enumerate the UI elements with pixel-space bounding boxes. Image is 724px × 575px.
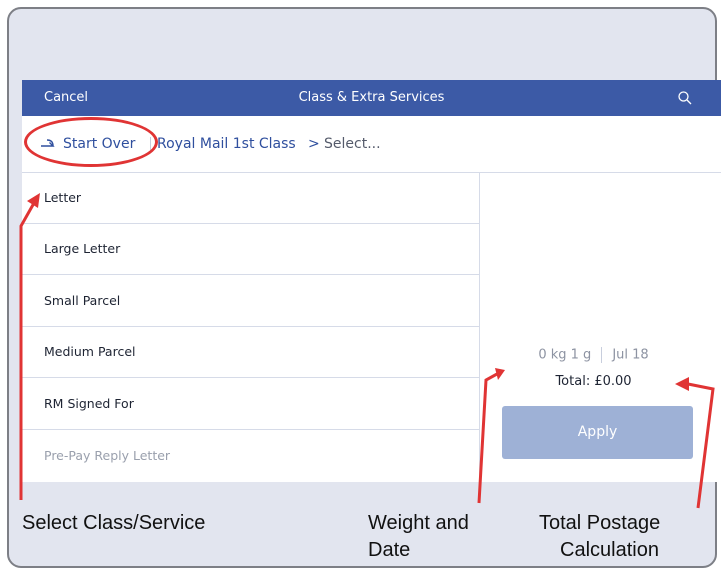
arrowhead-weight-date [495,368,505,380]
arrow-select-class [19,202,36,500]
caption-select-class: Select Class/Service [22,512,206,534]
arrowhead-total [675,377,689,391]
arrow-total [687,382,715,509]
arrow-weight-date [477,372,498,504]
caption-weight-date-line2: Date [368,539,411,561]
caption-total-line2: Calculation [560,539,659,561]
caption-total-line1: Total Postage [539,512,661,534]
caption-weight-date-line1: Weight and [368,512,469,534]
annotation-arrows [19,193,715,509]
